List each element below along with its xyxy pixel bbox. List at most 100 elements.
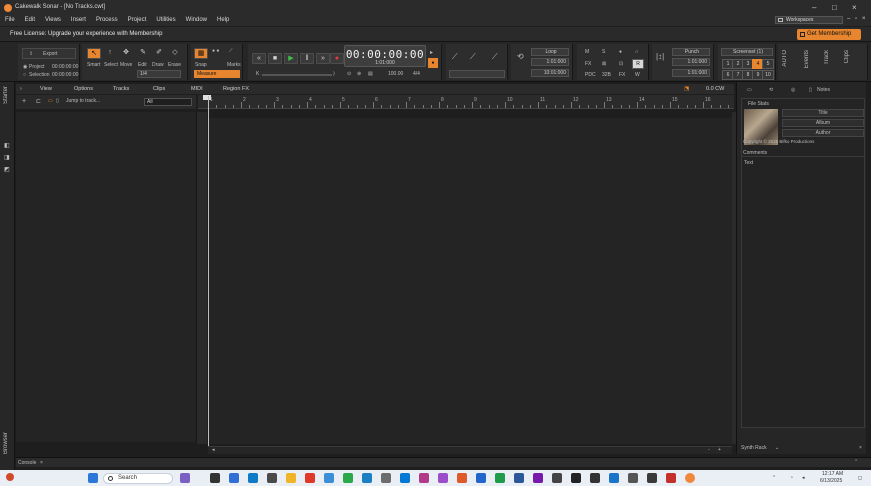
tv-collapse-icon[interactable]: › <box>20 86 22 92</box>
tray-chevron-icon[interactable]: ⌃ <box>772 475 776 481</box>
weather-icon[interactable] <box>6 473 14 481</box>
marks-icon[interactable]: ⟋ <box>229 48 233 54</box>
close-doc-button[interactable]: × <box>862 16 866 22</box>
track-headers-pane[interactable] <box>16 112 197 442</box>
widgets-icon[interactable] <box>229 473 239 483</box>
app-icon-8[interactable] <box>590 473 600 483</box>
pane-splitter[interactable] <box>197 112 207 444</box>
tv-tool-icon[interactable]: ⬔ <box>684 86 689 92</box>
time-display[interactable]: 00:00:00:00 1:01:000 <box>344 45 426 67</box>
fx-label[interactable]: FX <box>585 61 591 67</box>
minimize-button[interactable]: – <box>812 3 816 12</box>
notes-tab[interactable]: Notes <box>817 87 830 93</box>
project-radio[interactable]: ◉ <box>23 64 27 70</box>
menu-utilities[interactable]: Utilities <box>156 17 175 23</box>
go-to-end-icon[interactable]: ⟩ <box>333 71 335 77</box>
record-button[interactable]: ● <box>330 53 344 64</box>
fx-bypass-icon[interactable]: FX <box>619 72 625 78</box>
inspector-tab-icon-1[interactable]: ▭ <box>747 87 752 93</box>
app-icon-5[interactable] <box>457 473 467 483</box>
album-field[interactable]: Album <box>782 119 864 127</box>
settings-icon[interactable] <box>362 473 372 483</box>
app-icon-1[interactable] <box>381 473 391 483</box>
punch-icon[interactable]: |↕| <box>656 52 664 61</box>
tv-menu-view[interactable]: View <box>40 86 52 92</box>
excel-icon[interactable] <box>495 473 505 483</box>
clips-view-label[interactable]: Clips <box>844 50 850 63</box>
menu-views[interactable]: Views <box>45 17 61 23</box>
jump-to-track-input[interactable]: Jump to track... <box>66 98 100 104</box>
close-button[interactable]: × <box>852 3 857 12</box>
auto-view-label[interactable]: AUTO <box>782 50 788 67</box>
menu-process[interactable]: Process <box>96 17 118 23</box>
taskbar-search[interactable]: Search <box>103 473 173 484</box>
app-icon-9[interactable] <box>609 473 619 483</box>
clock-date[interactable]: 6/13/2025 <box>820 478 842 484</box>
snap-dots-icon[interactable]: ● ● <box>212 48 219 54</box>
menu-project[interactable]: Project <box>128 17 147 23</box>
move-tool-icon[interactable]: ✥ <box>119 48 133 59</box>
menu-window[interactable]: Window <box>186 17 207 23</box>
title-field[interactable]: Title <box>782 109 864 117</box>
mail-icon[interactable] <box>305 473 315 483</box>
visual-studio-icon[interactable] <box>533 473 543 483</box>
notification-icon[interactable]: ◻ <box>858 475 862 481</box>
jump-icon[interactable]: ▯ <box>56 98 59 104</box>
menu-insert[interactable]: Insert <box>71 17 86 23</box>
workspace-dropdown[interactable]: Workspaces <box>775 16 843 24</box>
write-label[interactable]: W <box>635 72 640 78</box>
menu-edit[interactable]: Edit <box>25 17 35 23</box>
menu-file[interactable]: File <box>5 17 15 23</box>
offset-icon[interactable]: ⊡ <box>619 61 623 67</box>
app-icon-3[interactable] <box>419 473 429 483</box>
word-icon[interactable] <box>514 473 524 483</box>
terminal-icon[interactable] <box>552 473 562 483</box>
minimize-doc-button[interactable]: – <box>847 16 850 22</box>
restore-doc-button[interactable]: ▫ <box>855 16 857 22</box>
clips-pane[interactable] <box>208 118 732 444</box>
starter-tab[interactable]: Starter <box>3 86 9 104</box>
tv-menu-region-fx[interactable]: Region FX <box>223 86 249 92</box>
play-from-icon[interactable]: ▸ <box>430 49 433 56</box>
app-icon-7[interactable] <box>571 473 581 483</box>
loop-icon[interactable]: ⟲ <box>517 52 524 61</box>
sidebar-icon-1[interactable]: ◧ <box>4 142 10 149</box>
rtz-icon[interactable]: K <box>256 71 259 77</box>
erase-tool-icon[interactable]: ◇ <box>168 48 182 59</box>
meter-value[interactable]: 4/4 <box>413 71 420 77</box>
select-tool-icon[interactable]: ↑ <box>103 48 117 59</box>
punch-end-field[interactable]: 1:01:000 <box>672 69 710 77</box>
pause-button[interactable]: ‖ <box>300 53 314 64</box>
metronome-icon[interactable]: ⊙ <box>347 71 351 77</box>
notes-tab-icon[interactable]: ▯ <box>809 87 812 93</box>
maximize-button[interactable]: □ <box>832 3 837 12</box>
solo-label[interactable]: S <box>602 49 605 55</box>
notes-area[interactable]: Text <box>741 156 865 428</box>
volume-icon[interactable]: ◂ <box>802 475 805 481</box>
record-mode-button[interactable]: ● <box>428 58 438 68</box>
position-slider[interactable] <box>262 74 332 76</box>
mute-label[interactable]: M <box>585 49 589 55</box>
cakewalk-taskbar-icon[interactable] <box>685 473 695 483</box>
app-icon-11[interactable] <box>647 473 657 483</box>
nudge-icon[interactable]: ⟋ <box>452 52 458 62</box>
browser-tab[interactable]: Browser <box>3 432 9 454</box>
tempo-value[interactable]: 100.00 <box>388 71 403 77</box>
rewind-button[interactable]: « <box>252 53 266 64</box>
tv-menu-clips[interactable]: Clips <box>153 86 165 92</box>
scroll-left-icon[interactable]: ◂ <box>212 447 215 453</box>
app-icon-10[interactable] <box>628 473 638 483</box>
headphones-icon[interactable]: ∩ <box>635 49 639 55</box>
tv-menu-midi[interactable]: MIDI <box>191 86 203 92</box>
track-view-label[interactable]: Track <box>824 50 830 65</box>
track-filter-dropdown[interactable]: All <box>144 98 192 106</box>
export-button[interactable]: ⇪ Export <box>22 48 76 59</box>
sidebar-icon-2[interactable]: ◨ <box>4 154 10 161</box>
sidebar-icon-3[interactable]: ◩ <box>4 166 10 173</box>
screenset-5[interactable]: 5 <box>762 59 774 69</box>
zoom-in-icon[interactable]: + <box>718 447 721 453</box>
start-icon[interactable] <box>88 473 98 483</box>
store-icon[interactable] <box>267 473 277 483</box>
synth-rack-close-icon[interactable]: × <box>859 445 862 451</box>
copilot-icon[interactable] <box>180 473 190 483</box>
